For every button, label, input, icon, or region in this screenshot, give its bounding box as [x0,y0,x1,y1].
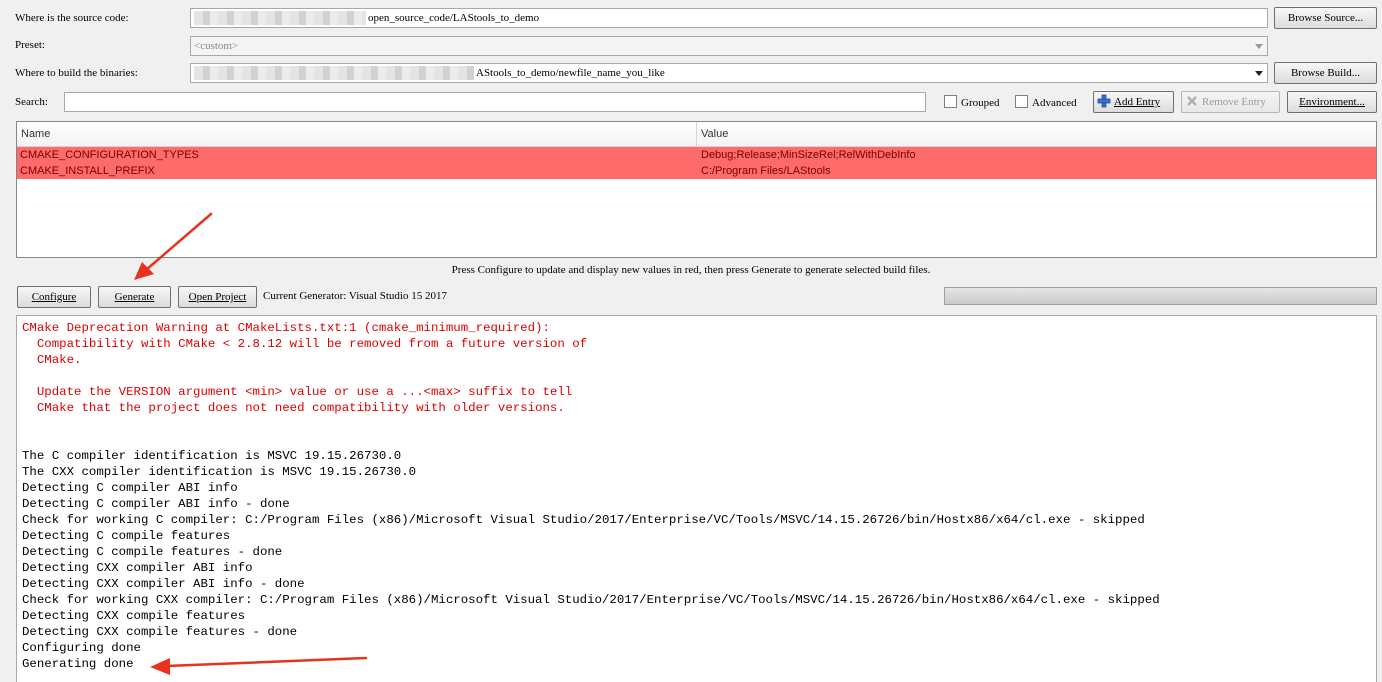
table-header: Name Value [17,122,1376,147]
remove-icon [1187,96,1197,106]
log-line: Detecting C compile features - done [22,545,283,559]
log-line: The C compiler identification is MSVC 19… [22,449,402,463]
browse-source-button[interactable]: Browse Source... [1274,7,1377,29]
search-label: Search: [15,96,48,108]
log-line: Detecting C compiler ABI info - done [22,497,290,511]
generate-button[interactable]: Generate [98,286,171,308]
build-label: Where to build the binaries: [15,67,138,79]
checkbox-box[interactable] [1015,95,1028,108]
browse-build-button[interactable]: Browse Build... [1274,62,1377,84]
log-line: Detecting C compiler ABI info [22,481,238,495]
row-value: C:/Program Files/LAStools [701,165,831,177]
cache-entries-table[interactable]: Name Value CMAKE_CONFIGURATION_TYPES Deb… [16,121,1377,258]
advanced-label: Advanced [1032,97,1077,109]
log-line: CMake that the project does not need com… [22,401,565,415]
open-project-label: Open Project [188,291,247,303]
preset-label: Preset: [15,39,45,51]
preset-dropdown[interactable]: <custom> [190,36,1268,56]
progress-bar [944,287,1377,305]
row-name: CMAKE_CONFIGURATION_TYPES [20,149,199,161]
search-input[interactable] [64,92,926,112]
redacted-path [194,11,366,26]
instructions-text: Press Configure to update and display ne… [451,264,931,276]
preset-value: <custom> [194,40,239,52]
chevron-down-icon [1255,71,1263,76]
environment-button[interactable]: Environment... [1287,91,1377,113]
column-header-value[interactable]: Value [701,122,728,146]
log-line: Detecting CXX compiler ABI info [22,561,253,575]
log-line: Detecting CXX compile features [22,609,246,623]
log-line: Check for working CXX compiler: C:/Progr… [22,593,1160,607]
plus-icon [1097,94,1111,108]
configure-label: Configure [31,291,77,303]
source-path-text: open_source_code/LAStools_to_demo [368,12,540,24]
open-project-button[interactable]: Open Project [178,286,257,308]
log-line: CMake Deprecation Warning at CMakeLists.… [22,321,550,335]
advanced-checkbox[interactable]: Advanced [1015,95,1077,109]
source-label: Where is the source code: [15,12,129,24]
log-line: Check for working C compiler: C:/Program… [22,513,1145,527]
log-line: Compatibility with CMake < 2.8.12 will b… [22,337,588,351]
log-line: Detecting CXX compile features - done [22,625,298,639]
current-generator-text: Current Generator: Visual Studio 15 2017 [263,290,447,302]
add-entry-label: Add Entry [1114,96,1161,108]
environment-label: Environment... [1299,96,1365,108]
column-header-name[interactable]: Name [21,122,50,146]
redacted-path [194,66,474,81]
remove-entry-label: Remove Entry [1202,96,1266,108]
grouped-label: Grouped [961,97,1000,109]
column-separator[interactable] [696,122,697,146]
source-path-field[interactable]: open_source_code/LAStools_to_demo [190,8,1268,28]
table-row[interactable]: CMAKE_INSTALL_PREFIX C:/Program Files/LA… [17,163,1376,179]
grouped-checkbox[interactable]: Grouped [944,95,1000,109]
row-name: CMAKE_INSTALL_PREFIX [20,165,155,177]
log-line: Detecting C compile features [22,529,231,543]
log-line: Detecting CXX compiler ABI info - done [22,577,305,591]
configure-button[interactable]: Configure [17,286,91,308]
log-line: The CXX compiler identification is MSVC … [22,465,417,479]
chevron-down-icon [1255,44,1263,49]
generate-label: Generate [114,291,155,303]
log-line: CMake. [22,353,82,367]
build-path-text: AStools_to_demo/newfile_name_you_like [476,67,665,79]
checkbox-box[interactable] [944,95,957,108]
log-line: Generating done [22,657,134,671]
build-path-dropdown[interactable]: AStools_to_demo/newfile_name_you_like [190,63,1268,83]
add-entry-button[interactable]: Add Entry [1093,91,1174,113]
row-value: Debug;Release;MinSizeRel;RelWithDebInfo [701,149,916,161]
log-line: Configuring done [22,641,141,655]
output-log[interactable]: CMake Deprecation Warning at CMakeLists.… [16,315,1377,682]
log-line: Update the VERSION argument <min> value … [22,385,573,399]
table-row[interactable]: CMAKE_CONFIGURATION_TYPES Debug;Release;… [17,147,1376,163]
remove-entry-button[interactable]: Remove Entry [1181,91,1280,113]
